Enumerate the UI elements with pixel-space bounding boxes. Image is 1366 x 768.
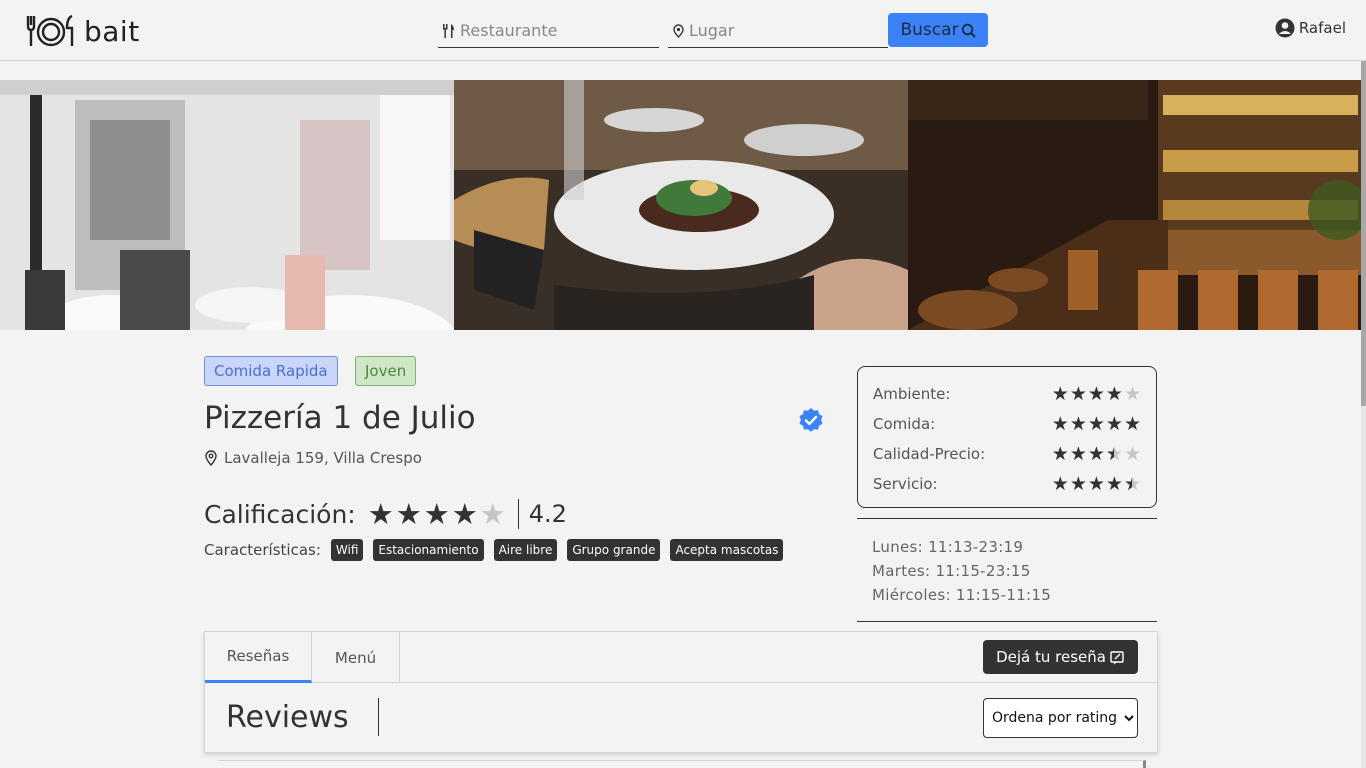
sort-select[interactable]: Ordena por rating [983, 698, 1138, 738]
rating-stars: ★ ★ ★ ★ ★ [367, 496, 506, 531]
page-scrollbar[interactable] [1361, 61, 1366, 768]
rating-divider [517, 499, 519, 529]
restaurant-address: Lavalleja 159, Villa Crespo [204, 449, 422, 467]
write-review-icon [1110, 650, 1124, 664]
address-text: Lavalleja 159, Villa Crespo [224, 449, 422, 467]
user-name: Rafael [1298, 19, 1346, 37]
tab-menu[interactable]: Menú [312, 632, 400, 683]
logo-text: bait [84, 14, 140, 48]
hours-bottom-divider [857, 621, 1157, 622]
feature-chip: Estacionamiento [373, 539, 484, 561]
hero-gallery [0, 80, 1361, 330]
hours-line: Lunes: 11:13-23:19 [872, 538, 1024, 556]
search-icon [961, 23, 976, 38]
search-button-label: Buscar [900, 20, 959, 40]
star-full-icon: ★ [1051, 382, 1069, 405]
restaurant-search-input[interactable] [460, 16, 659, 45]
star-full-icon: ★ [1123, 412, 1141, 435]
features-row: Características: Wifi Estacionamiento Ai… [204, 539, 784, 561]
cutlery-plate-icon [26, 14, 74, 47]
feature-chip: Wifi [330, 539, 364, 561]
category-tag[interactable]: Comida Rapida [204, 356, 338, 386]
category-label: Calidad-Precio: [873, 445, 986, 463]
write-review-label: Dejá tu reseña [996, 648, 1106, 666]
category-stars: ★ ★ ★ ★ ★ [1051, 442, 1141, 465]
star-full-icon: ★ [1051, 442, 1069, 465]
star-half-icon: ★ [1124, 474, 1141, 494]
star-full-icon: ★ [1069, 442, 1087, 465]
hours-line: Martes: 11:15-23:15 [872, 562, 1031, 580]
category-rating-row: Calidad-Precio: ★ ★ ★ ★ ★ [873, 439, 1141, 469]
location-pin-icon [205, 450, 217, 466]
rating-value: 4.2 [528, 500, 567, 528]
rating-label: Calificación: [204, 499, 356, 529]
category-stars: ★ ★ ★ ★ ★ [1051, 382, 1141, 405]
reviews-panel: Reseñas Menú Dejá tu reseña Reviews Orde… [204, 631, 1158, 753]
top-navbar: bait Buscar Rafael [0, 0, 1366, 61]
feature-chip: Acepta mascotas [670, 539, 784, 561]
category-rating-row: Ambiente: ★ ★ ★ ★ ★ [873, 379, 1141, 409]
star-full-icon: ★ [1087, 412, 1105, 435]
star-full-icon: ★ [1087, 472, 1105, 495]
category-stars: ★ ★ ★ ★ ★ [1051, 472, 1141, 495]
overall-rating: Calificación: ★ ★ ★ ★ ★ 4.2 [204, 497, 567, 531]
feature-chip: Aire libre [493, 539, 558, 561]
write-review-button[interactable]: Dejá tu reseña [983, 640, 1138, 674]
tab-reviews[interactable]: Reseñas [205, 632, 312, 683]
star-full-icon: ★ [451, 496, 478, 531]
user-avatar-icon [1275, 18, 1295, 38]
star-empty-icon: ★ [1123, 442, 1141, 465]
category-label: Comida: [873, 415, 936, 433]
plated-dish-photo [454, 80, 908, 330]
star-full-icon: ★ [1051, 472, 1069, 495]
restaurant-search-field[interactable] [438, 14, 659, 48]
category-ratings-box: Ambiente: ★ ★ ★ ★ ★ Comida: ★ ★ ★ ★ ★ Calidad-Pr… [857, 366, 1157, 508]
hours-line: Miércoles: 11:15-11:15 [872, 586, 1052, 604]
category-label: Servicio: [873, 475, 938, 493]
star-full-icon: ★ [395, 496, 422, 531]
star-full-icon: ★ [367, 496, 394, 531]
hours-top-divider [857, 518, 1157, 519]
feature-chip: Grupo grande [567, 539, 661, 561]
search-button[interactable]: Buscar [888, 13, 988, 47]
features-label: Características: [204, 541, 321, 559]
star-empty-icon: ★ [1123, 382, 1141, 405]
fork-knife-icon [443, 23, 454, 38]
category-rating-row: Comida: ★ ★ ★ ★ ★ [873, 409, 1141, 439]
place-search-field[interactable] [668, 14, 888, 48]
star-full-icon: ★ [1051, 412, 1069, 435]
verified-badge-icon [799, 408, 823, 432]
star-full-icon: ★ [1105, 382, 1123, 405]
star-full-icon: ★ [1105, 472, 1123, 495]
location-pin-icon [673, 23, 684, 38]
star-full-icon: ★ [1069, 412, 1087, 435]
opening-hours: Lunes: 11:13-23:19 Martes: 11:15-23:15 M… [872, 535, 1051, 607]
star-full-icon: ★ [1105, 412, 1123, 435]
category-label: Ambiente: [873, 385, 951, 403]
bar-interior-photo [908, 80, 1361, 330]
star-empty-icon: ★ [479, 496, 506, 531]
dining-room-photo [0, 80, 454, 330]
user-menu[interactable]: Rafael [1275, 18, 1346, 38]
reviews-divider [378, 698, 379, 736]
star-full-icon: ★ [1087, 442, 1105, 465]
star-full-icon: ★ [1087, 382, 1105, 405]
star-full-icon: ★ [1069, 472, 1087, 495]
reviews-heading: Reviews [226, 700, 349, 735]
review-list-container [218, 760, 1146, 768]
star-half-icon: ★ [1106, 444, 1123, 464]
logo[interactable]: bait [24, 12, 140, 50]
star-full-icon: ★ [423, 496, 450, 531]
ambience-tag[interactable]: Joven [355, 356, 417, 386]
scrollbar-thumb[interactable] [1361, 61, 1366, 406]
restaurant-name: Pizzería 1 de Julio [204, 400, 476, 436]
place-search-input[interactable] [689, 16, 888, 45]
category-rating-row: Servicio: ★ ★ ★ ★ ★ [873, 469, 1141, 499]
category-stars: ★ ★ ★ ★ ★ [1051, 412, 1141, 435]
star-full-icon: ★ [1069, 382, 1087, 405]
